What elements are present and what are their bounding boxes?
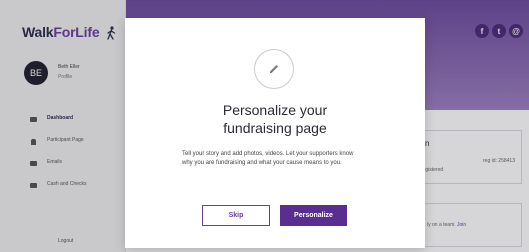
modal-title: Personalize your fundraising page <box>125 101 425 137</box>
modal-title-line2: fundraising page <box>223 120 327 136</box>
modal-description: Tell your story and add photos, videos. … <box>182 151 354 166</box>
pencil-icon-circle <box>254 49 294 89</box>
personalize-modal: Personalize your fundraising page Tell y… <box>125 18 425 248</box>
modal-title-line1: Personalize your <box>222 102 328 118</box>
personalize-button[interactable]: Personalize <box>280 205 347 226</box>
pencil-icon <box>270 65 278 73</box>
skip-button[interactable]: Skip <box>202 205 270 226</box>
app-root: WalkForLife BE Beth Eller Profile Dashbo… <box>0 0 529 252</box>
